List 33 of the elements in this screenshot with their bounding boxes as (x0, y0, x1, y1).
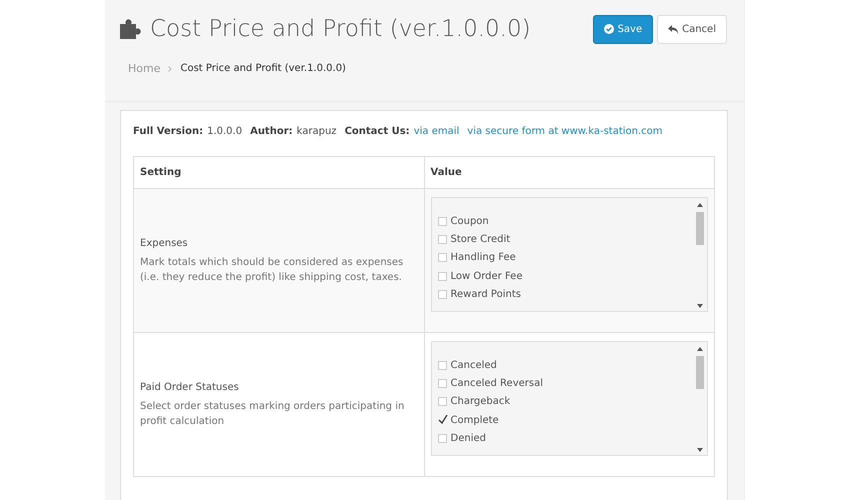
option-label: Denied (450, 432, 486, 446)
contact-link[interactable]: via secure form at www.ka-station.com (467, 124, 663, 139)
option-label: Low Order Fee (450, 270, 522, 284)
option-label: Handling Fee (450, 251, 516, 266)
option-label: Complete (450, 414, 499, 428)
cancel-button[interactable]: Cancel (657, 14, 727, 44)
option-label: Canceled Reversal (450, 377, 544, 392)
info-label: Full Version: (133, 125, 204, 139)
page-title: Cost Price and Profit (ver.1.0.0.0) (150, 15, 531, 44)
info-label: Author: (250, 125, 293, 139)
info-value: 1.0.0.0 (207, 125, 242, 139)
reply-arrow-icon (668, 24, 678, 34)
info-label: Contact Us: (344, 125, 410, 139)
column-header: Value (424, 156, 714, 188)
option-label: Coupon (450, 214, 489, 229)
info-value: karapuz (296, 125, 337, 139)
setting-title: Paid Order Statuses (140, 381, 240, 395)
option-label: Chargeback (450, 395, 510, 410)
option-label: Canceled (450, 358, 497, 373)
setting-description: Mark totals which should be considered as expenses (i.e. they reduce the profit) like shipping cost, taxes. (140, 256, 404, 285)
setting-title: Expenses (140, 237, 189, 251)
chevron-icon (168, 66, 172, 72)
check-circle-icon (604, 24, 614, 34)
breadcrumb-current: Cost Price and Profit (ver.1.0.0.0) (180, 62, 346, 76)
puzzle-icon (120, 19, 142, 40)
setting-description: Select order statuses marking orders participating in profit calculation (140, 400, 406, 429)
breadcrumb-link[interactable]: Home (128, 60, 160, 77)
save-button[interactable]: Save (592, 14, 654, 44)
contact-link[interactable]: via email (414, 124, 460, 139)
checkbox[interactable] (438, 416, 446, 425)
column-header: Setting (134, 156, 424, 188)
option-label: Reward Points (450, 288, 521, 302)
option-label: Store Credit (450, 233, 510, 248)
